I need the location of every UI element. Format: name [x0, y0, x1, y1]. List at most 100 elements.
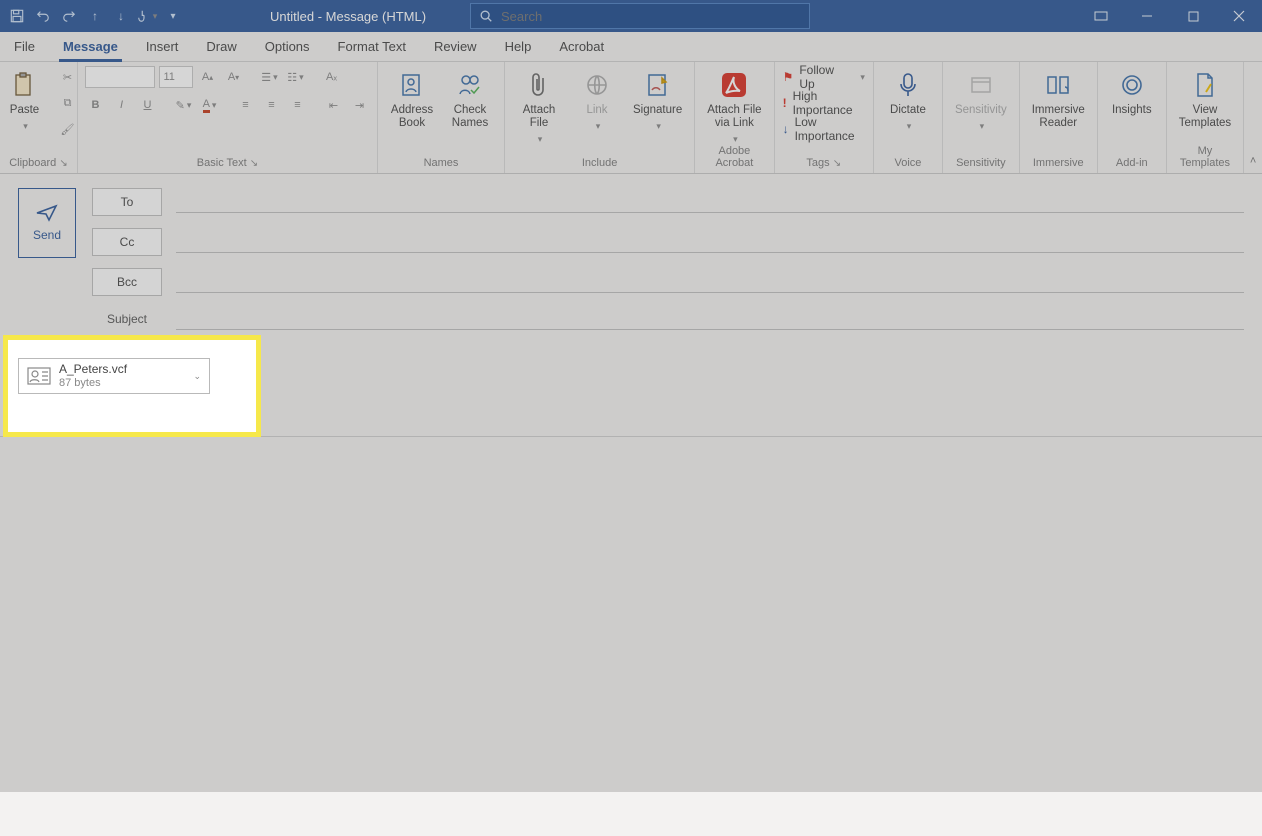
close-icon[interactable]: [1216, 0, 1262, 32]
insights-button[interactable]: Insights: [1106, 66, 1158, 117]
attachment-name: A_Peters.vcf: [59, 362, 127, 376]
ribbon: Paste ▾ ✂ ⧉ 🖌 Clipboard ↘ 11 A▴ A▾ ☰▾ ☷▾: [0, 62, 1262, 174]
search-box[interactable]: [470, 3, 810, 29]
bcc-button[interactable]: Bcc: [92, 268, 162, 296]
customize-qat-icon[interactable]: ▾: [162, 5, 184, 27]
tab-format-text[interactable]: Format Text: [324, 33, 420, 61]
align-left-icon[interactable]: ≡: [235, 94, 257, 116]
send-icon: [36, 204, 58, 222]
align-center-icon[interactable]: ≡: [261, 94, 283, 116]
cut-icon[interactable]: ✂: [57, 66, 79, 88]
attachment-highlight: A_Peters.vcf 87 bytes ⌄: [8, 340, 256, 432]
subject-field[interactable]: [176, 308, 1244, 330]
underline-icon[interactable]: U: [137, 94, 159, 116]
group-basic-text: 11 A▴ A▾ ☰▾ ☷▾ Aₓ B I U ✎▾ A▾ ≡ ≡ ≡: [78, 62, 378, 173]
grow-font-icon[interactable]: A▴: [197, 66, 219, 88]
sensitivity-button[interactable]: Sensitivity▾: [951, 66, 1011, 132]
bullets-icon[interactable]: ☰▾: [259, 66, 281, 88]
tab-acrobat[interactable]: Acrobat: [545, 33, 618, 61]
group-clipboard: Paste ▾ ✂ ⧉ 🖌 Clipboard ↘: [0, 62, 78, 173]
up-arrow-icon[interactable]: ↑: [84, 5, 106, 27]
collapse-ribbon-icon[interactable]: ˄: [1244, 62, 1262, 173]
ribbon-display-icon[interactable]: [1078, 0, 1124, 32]
tab-file[interactable]: File: [0, 33, 49, 61]
attach-file-button[interactable]: Attach File▾: [513, 66, 565, 145]
message-body[interactable]: [0, 436, 1262, 836]
group-include: Attach File▾ Link▾ Signature▾ Include: [505, 62, 695, 173]
bold-icon[interactable]: B: [85, 94, 107, 116]
immersive-reader-button[interactable]: Immersive Reader: [1028, 66, 1089, 130]
check-names-button[interactable]: Check Names: [444, 66, 496, 130]
tab-options[interactable]: Options: [251, 33, 324, 61]
font-family-combo[interactable]: [85, 66, 155, 88]
increase-indent-icon[interactable]: ⇥: [349, 94, 371, 116]
redo-icon[interactable]: [58, 5, 80, 27]
compose-header: Send To Cc Bcc Subject: [0, 174, 1262, 330]
undo-icon[interactable]: [32, 5, 54, 27]
dialog-launcher-icon[interactable]: ↘: [833, 158, 841, 169]
tab-draw[interactable]: Draw: [192, 33, 250, 61]
attach-via-link-button[interactable]: Attach File via Link▾: [703, 66, 765, 145]
clipboard-mini: ✂ ⧉ 🖌: [57, 66, 79, 140]
group-templates: View Templates My Templates: [1167, 62, 1244, 173]
font-color-icon[interactable]: A▾: [199, 94, 221, 116]
touch-mode-icon[interactable]: ▾: [136, 5, 158, 27]
italic-icon[interactable]: I: [111, 94, 133, 116]
group-adobe: Attach File via Link▾ Adobe Acrobat: [695, 62, 774, 173]
to-button[interactable]: To: [92, 188, 162, 216]
shrink-font-icon[interactable]: A▾: [223, 66, 245, 88]
tab-help[interactable]: Help: [491, 33, 546, 61]
decrease-indent-icon[interactable]: ⇤: [323, 94, 345, 116]
flag-icon: ⚑: [783, 70, 794, 84]
link-button[interactable]: Link▾: [571, 66, 623, 132]
attachment-card[interactable]: A_Peters.vcf 87 bytes ⌄: [18, 358, 210, 394]
quick-access-toolbar: ↑ ↓ ▾ ▾: [0, 5, 190, 27]
group-sensitivity: Sensitivity▾ Sensitivity: [943, 62, 1020, 173]
tab-message[interactable]: Message: [49, 33, 132, 61]
font-size-combo[interactable]: 11: [159, 66, 193, 88]
cc-field[interactable]: [176, 231, 1244, 253]
follow-up-button[interactable]: ⚑Follow Up▾: [783, 66, 865, 88]
copy-icon[interactable]: ⧉: [57, 92, 79, 114]
minimize-icon[interactable]: [1124, 0, 1170, 32]
check-names-icon: [455, 70, 485, 100]
view-templates-button[interactable]: View Templates: [1175, 66, 1235, 130]
highlight-icon[interactable]: ✎▾: [173, 94, 195, 116]
numbering-icon[interactable]: ☷▾: [285, 66, 307, 88]
tab-insert[interactable]: Insert: [132, 33, 193, 61]
search-icon: [479, 9, 493, 23]
align-right-icon[interactable]: ≡: [287, 94, 309, 116]
save-icon[interactable]: [6, 5, 28, 27]
format-painter-icon[interactable]: 🖌: [57, 118, 79, 140]
dictate-button[interactable]: Dictate▾: [882, 66, 934, 132]
maximize-icon[interactable]: [1170, 0, 1216, 32]
microphone-icon: [893, 70, 923, 100]
templates-icon: [1190, 70, 1220, 100]
down-arrow-icon[interactable]: ↓: [110, 5, 132, 27]
dialog-launcher-icon[interactable]: ↘: [59, 158, 67, 169]
address-book-icon: [397, 70, 427, 100]
to-field[interactable]: [176, 191, 1244, 213]
group-names: Address Book Check Names Names: [378, 62, 505, 173]
window-controls: [1078, 0, 1262, 32]
paste-button[interactable]: Paste ▾: [0, 66, 51, 132]
group-immersive: Immersive Reader Immersive: [1020, 62, 1098, 173]
tab-review[interactable]: Review: [420, 33, 491, 61]
address-book-button[interactable]: Address Book: [386, 66, 438, 130]
dialog-launcher-icon[interactable]: ↘: [250, 158, 258, 169]
high-importance-button[interactable]: !High Importance: [783, 92, 865, 114]
cc-button[interactable]: Cc: [92, 228, 162, 256]
low-importance-button[interactable]: ↓Low Importance: [783, 118, 865, 140]
contact-card-icon: [27, 367, 51, 385]
bcc-field[interactable]: [176, 271, 1244, 293]
group-voice: Dictate▾ Voice: [874, 62, 943, 173]
sensitivity-icon: [966, 70, 996, 100]
search-input[interactable]: [501, 9, 801, 24]
signature-button[interactable]: Signature▾: [629, 66, 686, 132]
attachment-size: 87 bytes: [59, 376, 127, 390]
acrobat-icon: [719, 70, 749, 100]
clear-formatting-icon[interactable]: Aₓ: [321, 66, 343, 88]
chevron-down-icon[interactable]: ⌄: [193, 371, 201, 382]
ribbon-tabs: File Message Insert Draw Options Format …: [0, 32, 1262, 62]
send-button[interactable]: Send: [18, 188, 76, 258]
